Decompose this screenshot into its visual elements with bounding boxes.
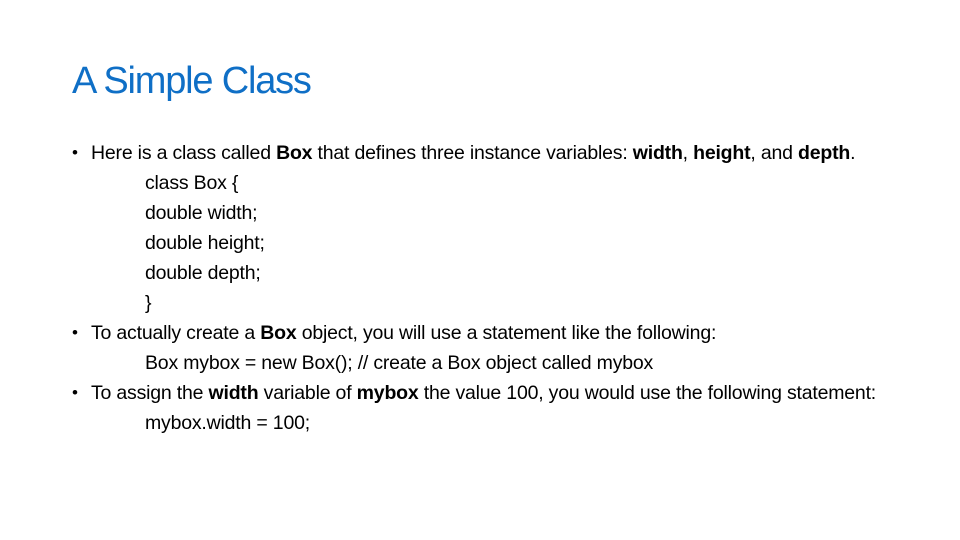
bullet-text: Here is a class called Box that defines … xyxy=(91,143,902,163)
text-segment: , and xyxy=(750,142,798,164)
text-segment: that defines three instance variables: xyxy=(312,142,633,164)
text-segment: To assign the xyxy=(91,382,209,404)
bold-term: height xyxy=(693,142,751,164)
bullet-item: • Here is a class called Box that define… xyxy=(72,143,902,163)
bold-term: Box xyxy=(260,322,297,344)
bold-term: width xyxy=(208,382,259,404)
bullet-item: • To actually create a Box object, you w… xyxy=(72,323,902,343)
bullet-item: • To assign the width variable of mybox … xyxy=(72,383,902,403)
bullet-text: To assign the width variable of mybox th… xyxy=(91,383,902,403)
bold-term: depth xyxy=(798,142,851,164)
text-segment: . xyxy=(850,142,856,164)
bullet-dot-icon: • xyxy=(72,323,78,342)
bold-term: Box xyxy=(276,142,313,164)
text-segment: the value 100, you would use the followi… xyxy=(418,382,877,404)
bullet-text: To actually create a Box object, you wil… xyxy=(91,323,902,343)
text-segment: , xyxy=(682,142,694,164)
code-line: double depth; xyxy=(145,262,261,284)
bold-term: width xyxy=(632,142,683,164)
bullet-dot-icon: • xyxy=(72,143,78,162)
text-segment: To actually create a xyxy=(91,322,261,344)
text-segment: object, you will use a statement like th… xyxy=(296,322,717,344)
text-segment: variable of xyxy=(258,382,357,404)
code-line: class Box { xyxy=(145,172,239,194)
bold-term: mybox xyxy=(356,382,419,404)
slide-title: A Simple Class xyxy=(72,60,312,102)
bullet-dot-icon: • xyxy=(72,383,78,402)
slide-body: • Here is a class called Box that define… xyxy=(72,143,902,433)
text-segment: Here is a class called xyxy=(91,142,277,164)
code-line: Box mybox = new Box(); // create a Box o… xyxy=(145,352,654,374)
code-line: mybox.width = 100; xyxy=(145,412,310,434)
code-line: double height; xyxy=(145,232,265,254)
code-line: } xyxy=(145,292,152,314)
code-line: double width; xyxy=(145,202,258,224)
